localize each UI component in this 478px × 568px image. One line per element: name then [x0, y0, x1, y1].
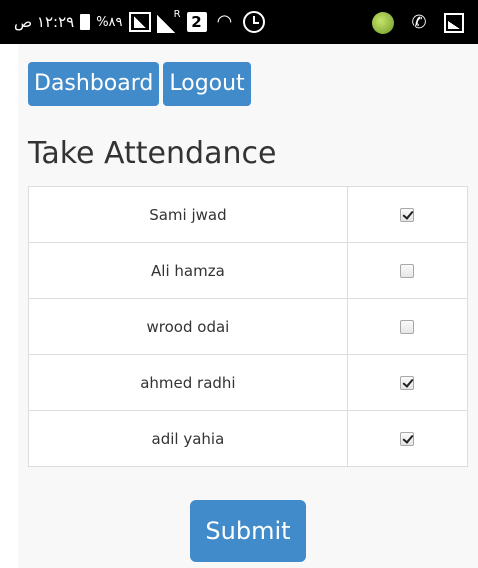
student-name: adil yahia: [28, 410, 348, 467]
status-time: ١٢:٢٩ ص: [14, 13, 75, 31]
attendance-cell: [346, 242, 469, 299]
page-content: Dashboard Logout Take Attendance Sami jw…: [18, 44, 478, 568]
phone-screen: ١٢:٢٩ ص %٨٩ 2 ◠ ✆ Dashboard Logout Take …: [0, 0, 478, 568]
top-nav: Dashboard Logout: [28, 62, 251, 106]
student-name: Sami jwad: [28, 186, 348, 243]
status-bar-right: ✆: [372, 10, 464, 36]
table-row: Ali hamza: [28, 242, 469, 299]
status-bar: ١٢:٢٩ ص %٨٩ 2 ◠ ✆: [0, 0, 478, 44]
attendance-table: Sami jwad Ali hamza wrood odai ahmed rad…: [28, 186, 469, 467]
sim-2-icon: 2: [186, 12, 207, 32]
attendance-cell: [346, 186, 469, 243]
attendance-checkbox[interactable]: [400, 376, 415, 390]
signal-icon: [128, 12, 151, 32]
alarm-icon: [242, 11, 265, 33]
student-name: wrood odai: [28, 298, 348, 355]
logout-button[interactable]: Logout: [163, 62, 251, 106]
table-row: ahmed radhi: [28, 354, 469, 411]
table-row: adil yahia: [28, 410, 469, 467]
attendance-cell: [346, 410, 469, 467]
attendance-cell: [346, 298, 469, 355]
attendance-table-body: Sami jwad Ali hamza wrood odai ahmed rad…: [28, 186, 469, 467]
wifi-icon: ◠: [216, 11, 233, 32]
battery-level: %٨٩: [96, 14, 123, 30]
page-title: Take Attendance: [28, 136, 277, 171]
phone-icon: ✆: [411, 12, 427, 33]
submit-button[interactable]: Submit: [190, 500, 306, 562]
attendance-checkbox[interactable]: [400, 432, 415, 446]
dashboard-button[interactable]: Dashboard: [28, 62, 160, 106]
student-name: Ali hamza: [28, 242, 348, 299]
table-row: Sami jwad: [28, 186, 469, 243]
status-bar-left: ١٢:٢٩ ص %٨٩ 2 ◠: [14, 8, 265, 36]
table-row: wrood odai: [28, 298, 469, 355]
attendance-checkbox[interactable]: [400, 264, 415, 278]
attendance-checkbox[interactable]: [400, 320, 415, 334]
app-notification-icon: [372, 12, 394, 34]
attendance-cell: [346, 354, 469, 411]
gallery-icon: [444, 13, 464, 33]
attendance-checkbox[interactable]: [400, 208, 415, 222]
signal-roaming-icon: [156, 9, 181, 33]
battery-icon: [80, 14, 91, 30]
student-name: ahmed radhi: [28, 354, 348, 411]
